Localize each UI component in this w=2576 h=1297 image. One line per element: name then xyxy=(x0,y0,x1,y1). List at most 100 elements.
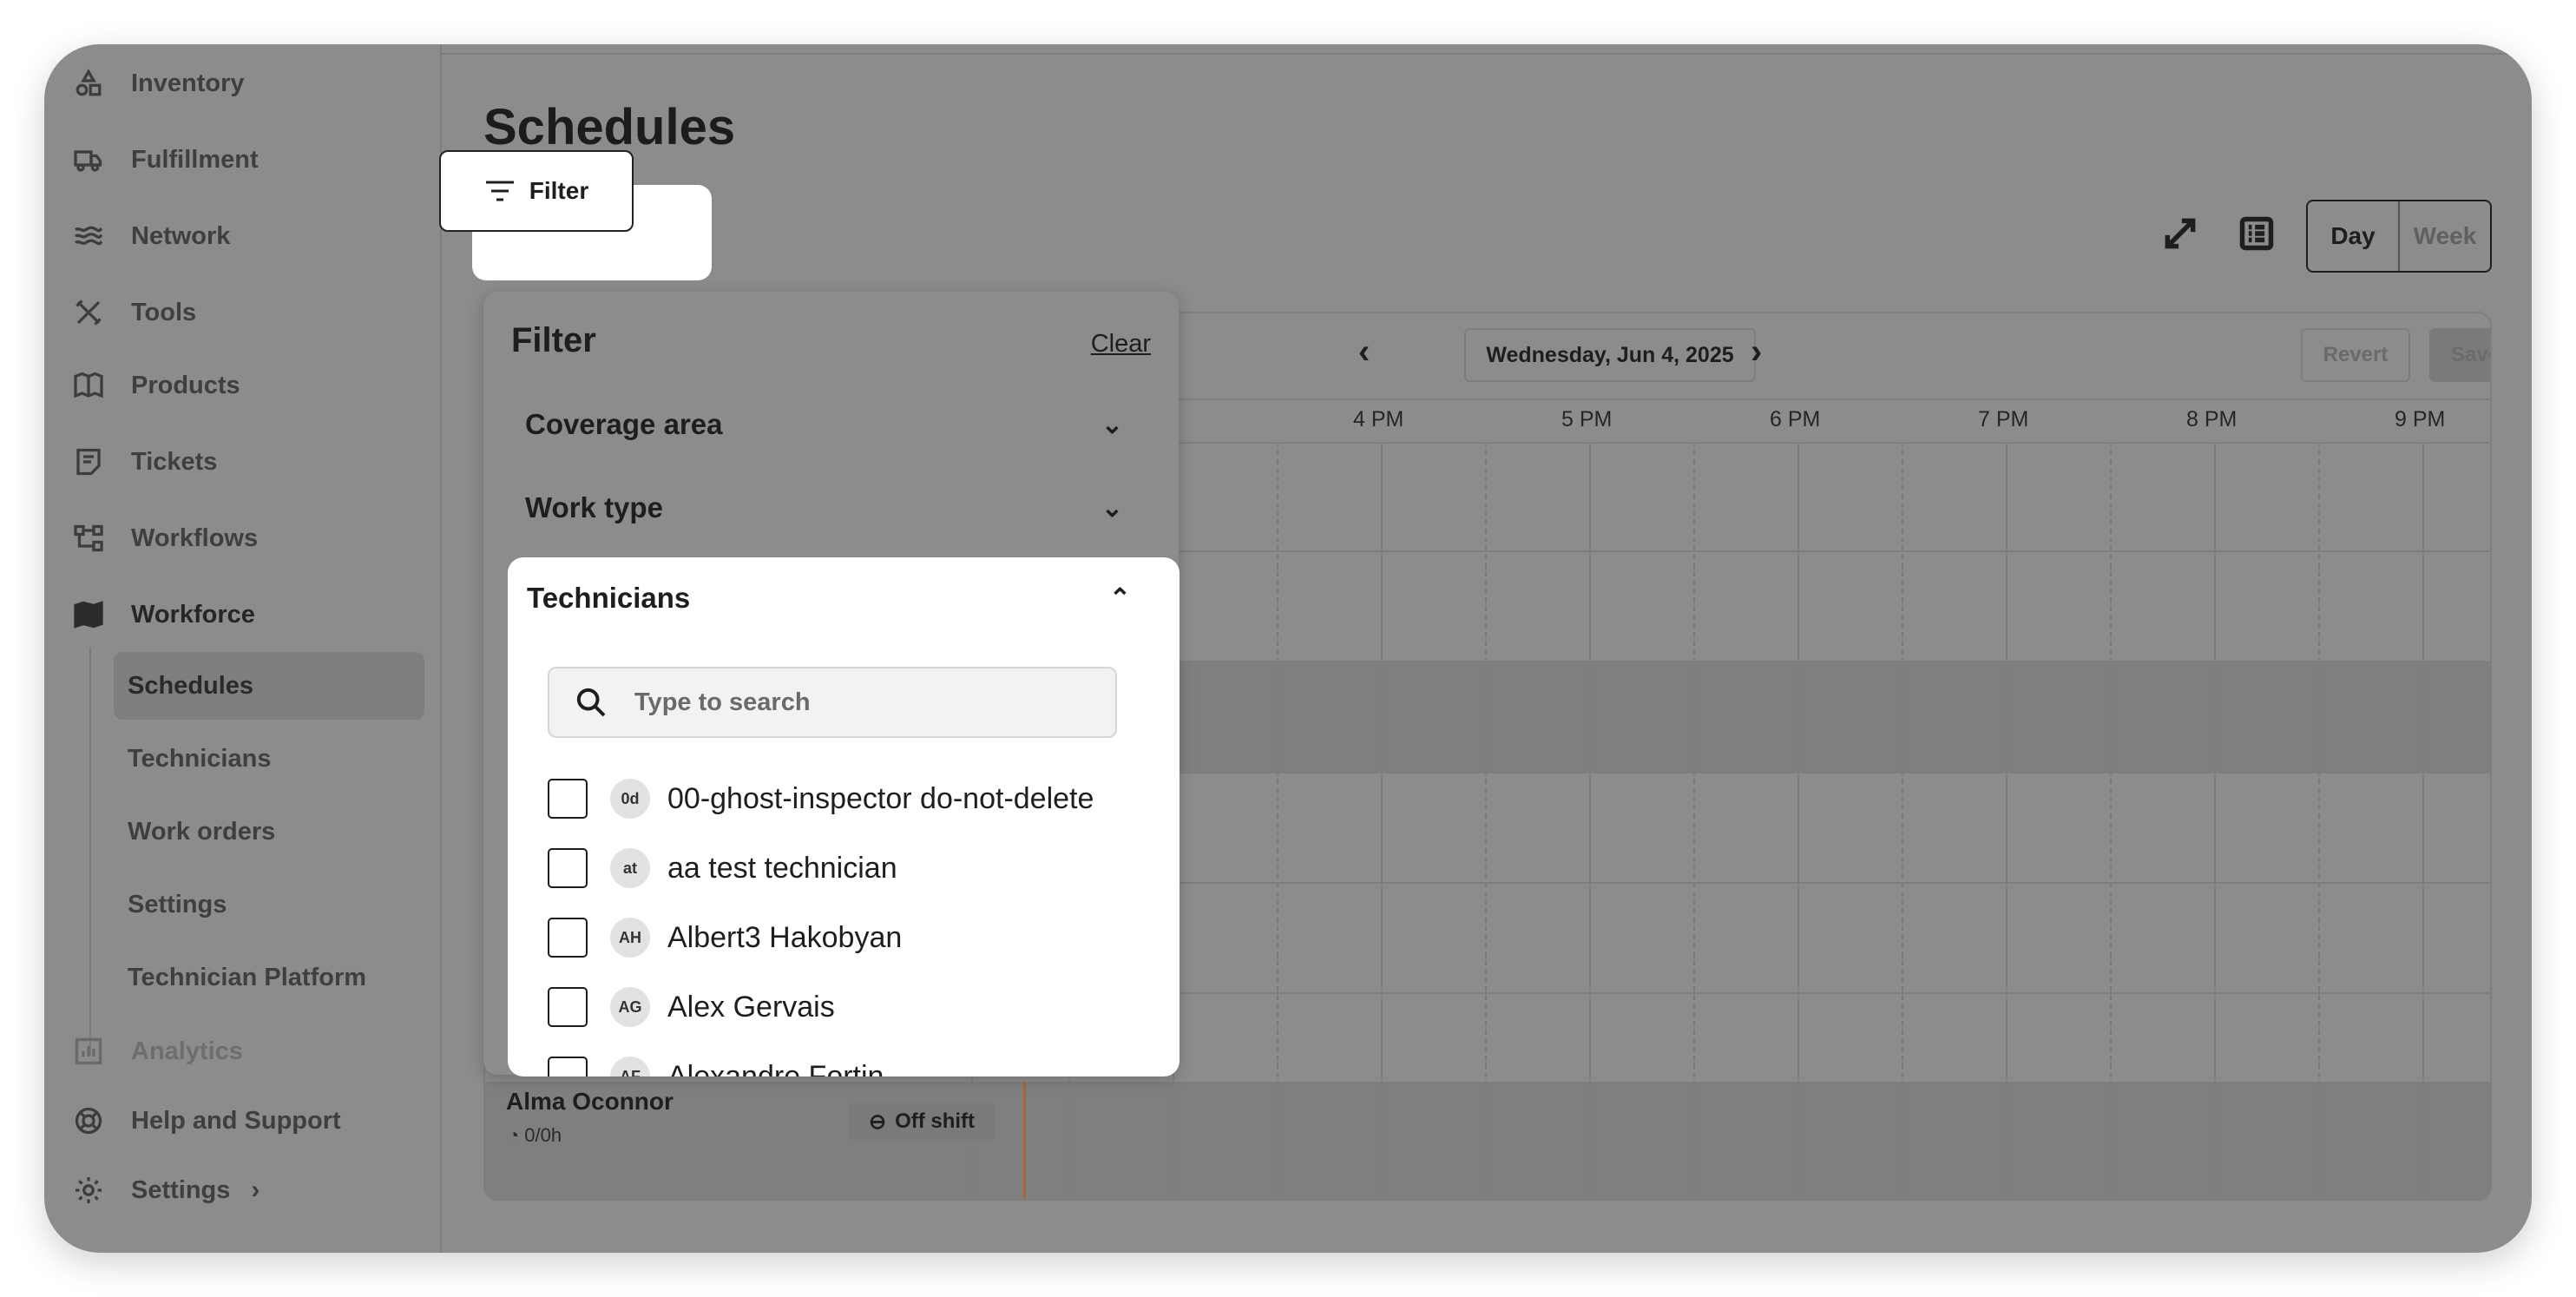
sidebar-item-analytics[interactable]: Analytics xyxy=(72,1025,243,1077)
grid-line xyxy=(2110,442,2112,1199)
next-day-button[interactable]: › xyxy=(1751,332,1762,372)
tools-icon xyxy=(72,296,105,329)
list-item[interactable]: 0d 00-ghost-inspector do-not-delete xyxy=(548,777,1094,820)
avatar: 0d xyxy=(610,779,650,819)
sidebar-item-label: Products xyxy=(131,371,240,399)
filter-icon xyxy=(485,181,514,201)
chevron-down-icon: ⌄ xyxy=(1101,410,1123,439)
sidebar-item-help[interactable]: Help and Support xyxy=(72,1095,341,1147)
network-icon xyxy=(72,220,105,253)
technicians-filter-section: Technicians ⌃ 0d 00-ghost-inspector do-n… xyxy=(508,557,1180,1076)
time-label: 6 PM xyxy=(1770,407,1821,431)
grid-line xyxy=(1485,442,1487,1199)
list-item[interactable]: AG Alex Gervais xyxy=(548,985,835,1029)
truck-icon xyxy=(72,143,105,176)
save-button[interactable]: Save xyxy=(2429,328,2490,382)
sidebar-item-tickets[interactable]: Tickets xyxy=(72,436,217,488)
technician-option-label: Albert3 Hakobyan xyxy=(667,920,903,954)
sidebar-item-fulfillment[interactable]: Fulfillment xyxy=(72,134,259,186)
checkbox[interactable] xyxy=(548,918,588,958)
checkbox[interactable] xyxy=(548,1057,588,1076)
sidebar-subitem-technicians[interactable]: Technicians xyxy=(114,725,424,793)
current-time-indicator xyxy=(1023,1082,1026,1199)
sidebar-item-label: Workflows xyxy=(131,523,259,552)
sidebar-subitem-schedules[interactable]: Schedules xyxy=(114,652,424,720)
avatar: at xyxy=(610,848,650,888)
filter-button[interactable]: Filter xyxy=(439,150,634,232)
date-picker[interactable]: Wednesday, Jun 4, 2025 xyxy=(1464,328,1756,382)
sidebar-item-tools[interactable]: Tools xyxy=(72,286,196,339)
revert-button[interactable]: Revert xyxy=(2301,328,2410,382)
sidebar-item-network[interactable]: Network xyxy=(72,210,230,262)
sidebar-item-workflows[interactable]: Workflows xyxy=(72,512,258,564)
checkbox[interactable] xyxy=(548,779,588,819)
list-item[interactable]: AH Albert3 Hakobyan xyxy=(548,916,902,959)
chevron-right-icon: › xyxy=(251,1175,260,1204)
avatar: AH xyxy=(610,918,650,958)
ticket-icon xyxy=(72,445,105,478)
grid-line xyxy=(2214,442,2216,1199)
sidebar-item-label: Help and Support xyxy=(131,1106,341,1135)
inventory-icon xyxy=(72,67,105,100)
status-badge: ⊖ Off shift xyxy=(850,1102,994,1142)
sidebar-item-workforce[interactable]: Workforce xyxy=(72,589,255,641)
view-day-button[interactable]: Day xyxy=(2308,201,2400,271)
clear-filters-link[interactable]: Clear xyxy=(1091,330,1151,359)
grid-line xyxy=(1797,442,1799,1199)
analytics-icon xyxy=(72,1035,105,1068)
technician-search[interactable] xyxy=(548,667,1117,738)
sidebar-subitem-technician-platform[interactable]: Technician Platform xyxy=(114,944,424,1011)
list-item[interactable]: AF Alexandre Fortin xyxy=(548,1055,884,1076)
avatar: AF xyxy=(610,1057,650,1076)
minus-circle-icon: ⊖ xyxy=(868,1109,887,1134)
view-toggle: Day Week xyxy=(2306,200,2492,273)
technician-option-label: Alexandre Fortin xyxy=(667,1059,884,1077)
submenu-divider xyxy=(89,648,91,1056)
prev-day-button[interactable]: ‹ xyxy=(1358,332,1370,372)
technician-hours-value: 0/0h xyxy=(524,1124,562,1146)
sidebar-item-inventory[interactable]: Inventory xyxy=(72,57,245,109)
sidebar-item-label: Inventory xyxy=(131,69,245,97)
grid-line xyxy=(1589,442,1591,1199)
time-label: 5 PM xyxy=(1561,407,1613,431)
technician-name[interactable]: Alma Oconnor xyxy=(506,1088,674,1116)
map-icon xyxy=(72,598,105,631)
filter-panel-title: Filter xyxy=(511,321,596,359)
list-item[interactable]: at aa test technician xyxy=(548,846,897,890)
grid-line xyxy=(1381,442,1383,1199)
checkbox[interactable] xyxy=(548,987,588,1027)
grid-line xyxy=(2318,442,2320,1199)
time-label: 9 PM xyxy=(2395,407,2446,431)
time-label: 7 PM xyxy=(1978,407,2029,431)
technician-option-label: aa test technician xyxy=(667,851,897,885)
time-label: 4 PM xyxy=(1353,407,1404,431)
chevron-down-icon: ⌄ xyxy=(1101,493,1123,523)
filter-section-technicians[interactable]: Technicians ⌃ xyxy=(527,582,1131,615)
sidebar-item-settings[interactable]: Settings › xyxy=(72,1164,260,1216)
sidebar-subitem-work-orders[interactable]: Work orders xyxy=(114,798,424,866)
book-icon xyxy=(72,369,105,402)
clock-icon: ◔ xyxy=(508,1124,520,1146)
technician-option-label: Alex Gervais xyxy=(667,990,835,1024)
status-badge-label: Off shift xyxy=(895,1109,976,1133)
grid-line xyxy=(2422,442,2424,1199)
sidebar-item-label: Analytics xyxy=(131,1037,243,1065)
filter-section-coverage-area[interactable]: Coverage area ⌄ xyxy=(525,408,1123,441)
search-icon xyxy=(576,688,606,717)
filter-section-label: Technicians xyxy=(527,582,691,614)
view-week-button[interactable]: Week xyxy=(2400,201,2490,271)
expand-icon[interactable] xyxy=(2159,213,2201,254)
sidebar-item-label: Network xyxy=(131,221,231,250)
row-divider xyxy=(485,1082,2490,1083)
search-input[interactable] xyxy=(633,687,1088,718)
avatar: AG xyxy=(610,987,650,1027)
sidebar-subitem-settings[interactable]: Settings xyxy=(114,871,424,938)
list-view-icon[interactable] xyxy=(2236,213,2277,254)
filter-section-work-type[interactable]: Work type ⌄ xyxy=(525,491,1123,524)
top-divider xyxy=(442,53,2532,55)
technician-option-label: 00-ghost-inspector do-not-delete xyxy=(667,781,1094,815)
checkbox[interactable] xyxy=(548,848,588,888)
grid-line xyxy=(2006,442,2008,1199)
sidebar-item-products[interactable]: Products xyxy=(72,359,240,411)
lifebuoy-icon xyxy=(72,1104,105,1137)
